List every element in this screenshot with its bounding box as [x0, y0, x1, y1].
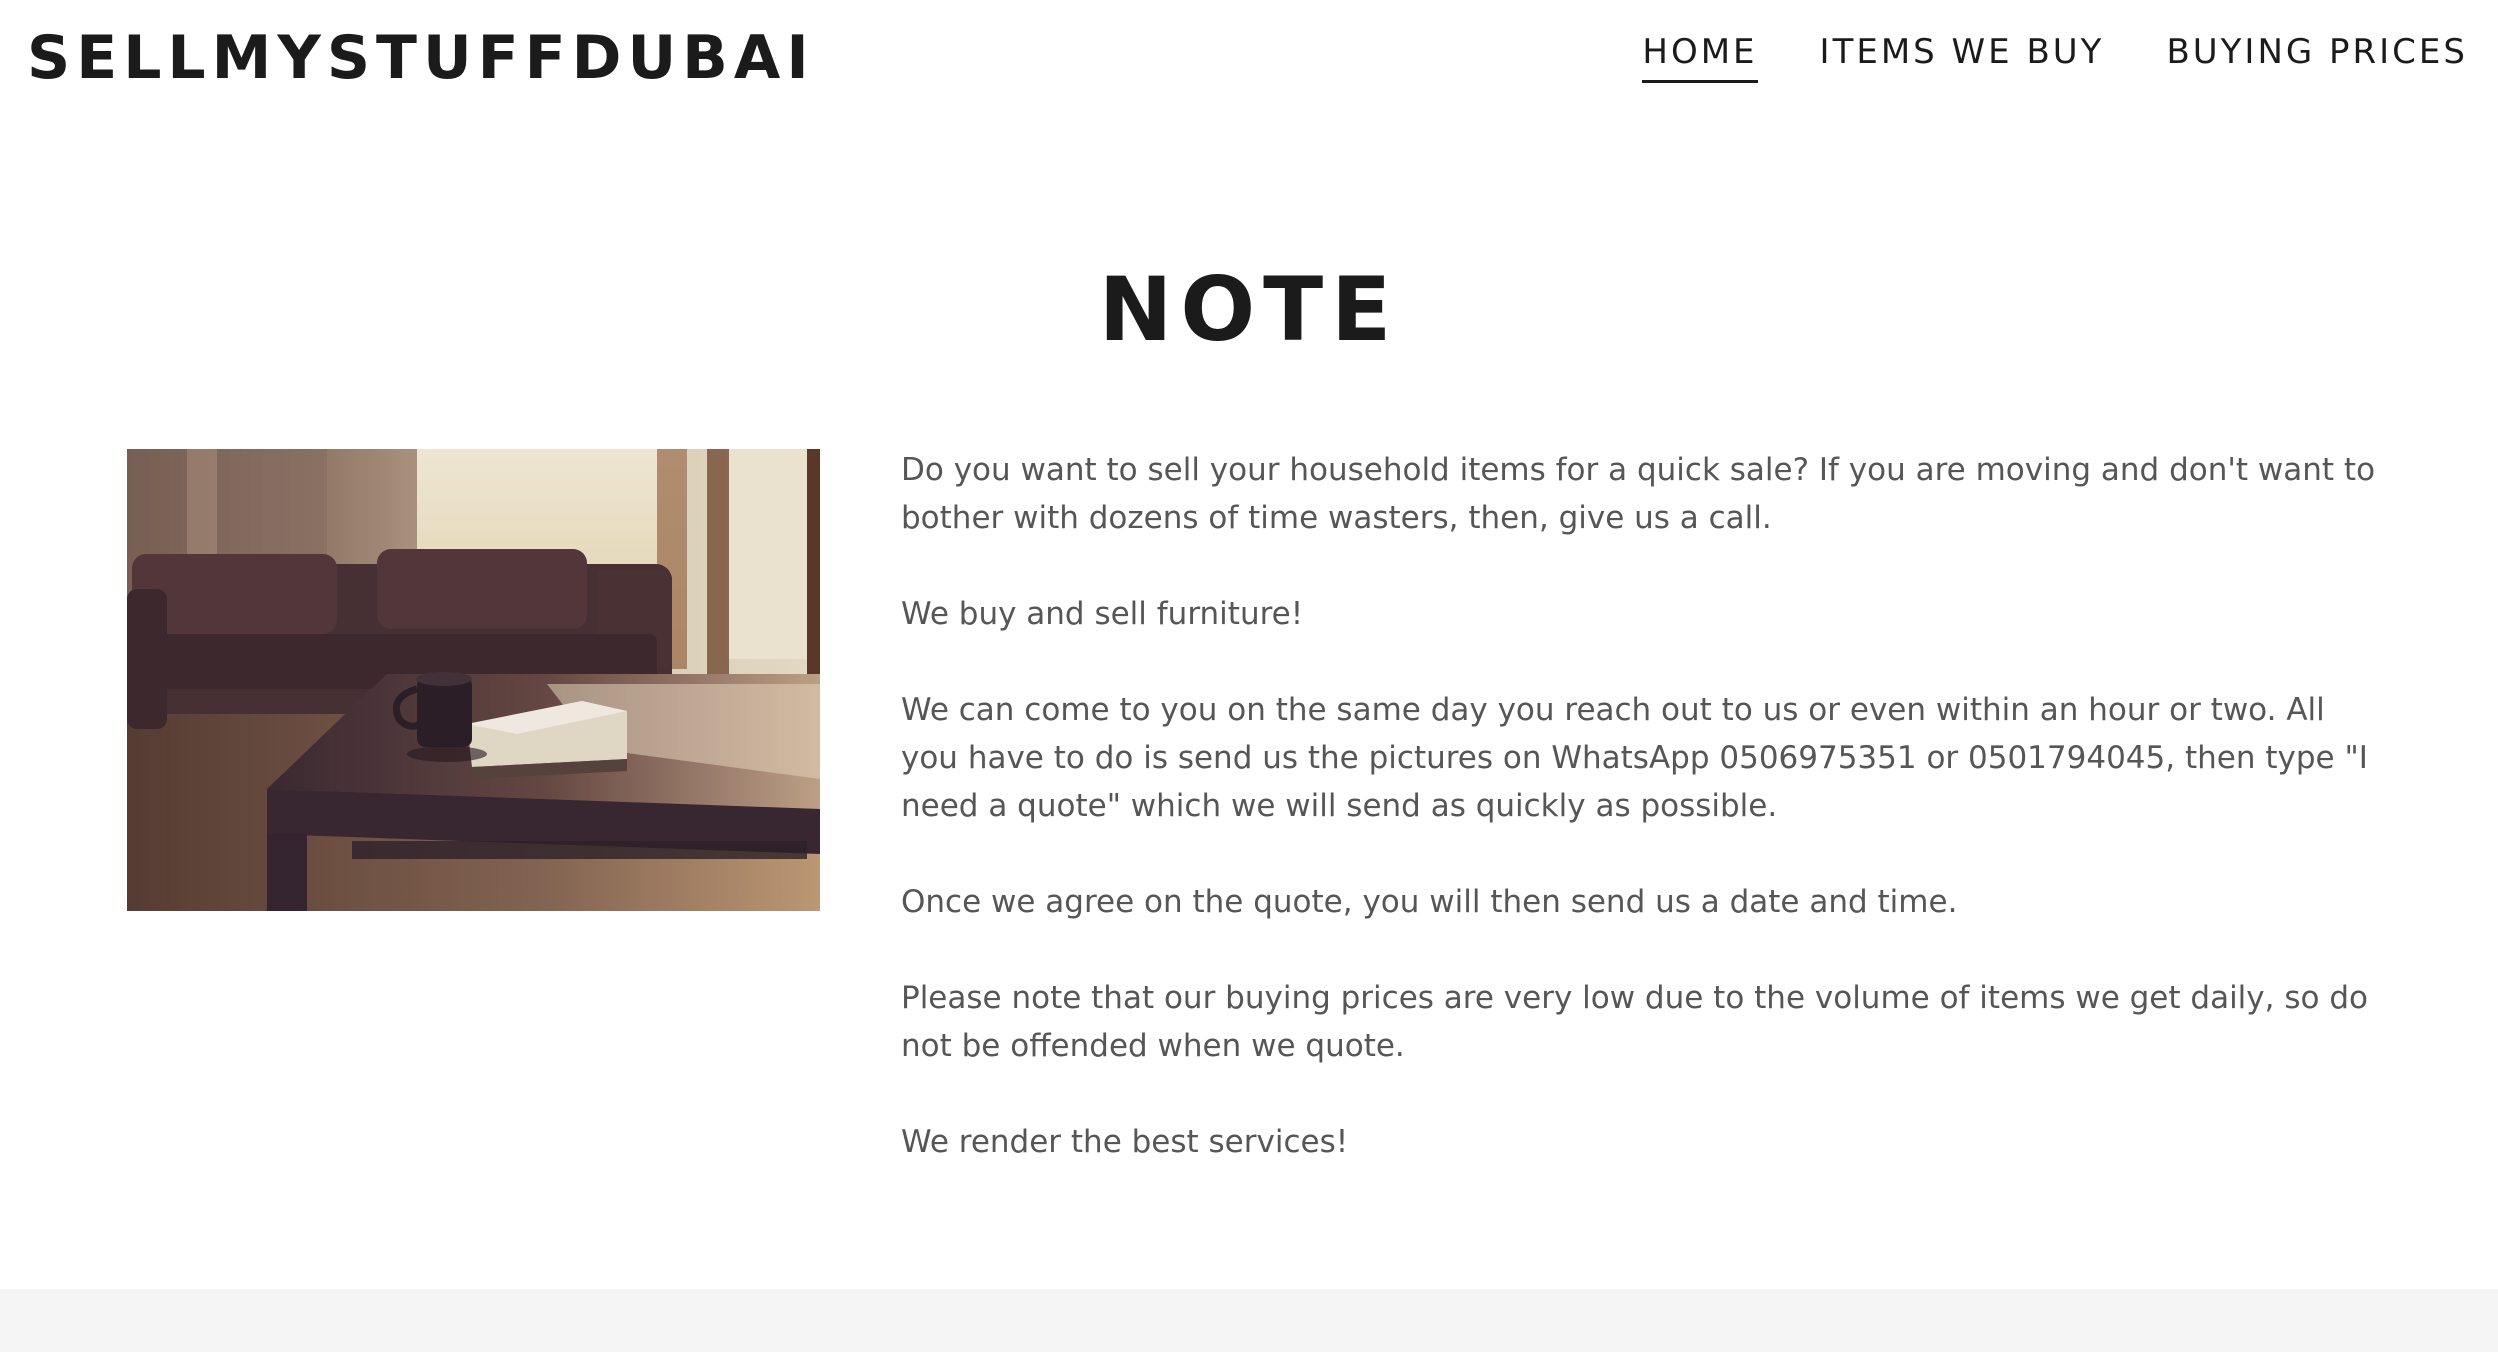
- note-paragraph-5: Please note that our buying prices are v…: [901, 980, 2368, 1064]
- note-paragraph-1: Do you want to sell your household items…: [901, 452, 2376, 536]
- nav-item-items-we-buy[interactable]: ITEMS WE BUY: [1820, 30, 2105, 80]
- note-content: Do you want to sell your household items…: [901, 446, 2381, 1214]
- note-paragraph-3: We can come to you on the same day you r…: [901, 692, 2368, 824]
- nav-item-home[interactable]: HOME: [1642, 30, 1758, 83]
- nav-item-buying-prices[interactable]: BUYING PRICES: [2166, 30, 2468, 80]
- note-paragraph-4: Once we agree on the quote, you will the…: [901, 884, 1958, 920]
- section-title: NOTE: [1098, 258, 1400, 361]
- main-nav: HOME ITEMS WE BUY BUYING PRICES: [1642, 30, 2468, 83]
- living-room-photo: [127, 449, 820, 911]
- page: SELLMYSTUFFDUBAI HOME ITEMS WE BUY BUYIN…: [0, 0, 2498, 1352]
- note-paragraph-6: We render the best services!: [901, 1124, 1349, 1160]
- note-paragraph-2: We buy and sell furniture!: [901, 596, 1304, 632]
- footer-band: [0, 1289, 2498, 1352]
- site-header: SELLMYSTUFFDUBAI HOME ITEMS WE BUY BUYIN…: [0, 0, 2498, 120]
- living-room-photo-illustration: [127, 449, 820, 911]
- site-logo[interactable]: SELLMYSTUFFDUBAI: [27, 22, 815, 94]
